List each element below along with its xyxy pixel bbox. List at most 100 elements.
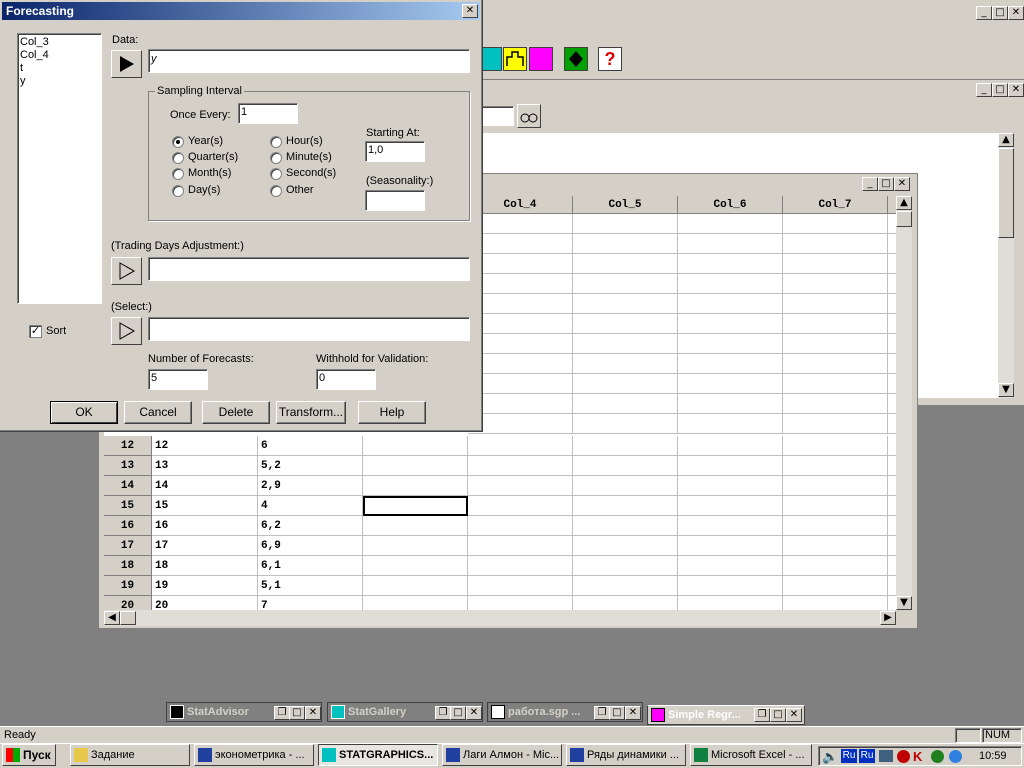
table-cell[interactable] [363, 536, 468, 556]
table-cell[interactable] [678, 274, 783, 294]
table-cell[interactable] [573, 214, 678, 234]
row-header[interactable]: 13 [104, 456, 152, 476]
table-cell[interactable] [468, 394, 573, 414]
table-cell[interactable] [888, 374, 896, 394]
trading-days-field[interactable] [148, 257, 470, 281]
withhold-input[interactable]: 0 [316, 369, 376, 390]
bg-maximize-button[interactable]: □ [992, 83, 1008, 97]
select-field[interactable] [148, 317, 470, 341]
table-cell[interactable] [573, 456, 678, 476]
table-cell[interactable]: 6,1 [258, 556, 363, 576]
sheet-minimize-button[interactable]: _ [862, 177, 878, 191]
row-header[interactable]: 15 [104, 496, 152, 516]
sheet-scroll-up[interactable]: ▲ [896, 196, 912, 210]
table-cell[interactable] [573, 556, 678, 576]
restore-icon[interactable]: ❐ [435, 706, 451, 720]
column-header[interactable]: Col_7 [783, 196, 888, 214]
forecasts-input[interactable]: 5 [148, 369, 208, 390]
table-cell[interactable] [573, 254, 678, 274]
table-cell[interactable] [783, 456, 888, 476]
sheet-scroll-down[interactable]: ▼ [896, 596, 912, 610]
table-cell[interactable] [468, 234, 573, 254]
variable-list-item[interactable]: Col_4 [20, 49, 101, 62]
maximize-icon[interactable]: □ [770, 708, 786, 722]
delete-button[interactable]: Delete [202, 401, 270, 424]
table-cell[interactable] [888, 394, 896, 414]
table-cell[interactable] [783, 354, 888, 374]
table-cell[interactable] [678, 516, 783, 536]
table-cell[interactable] [468, 274, 573, 294]
interval-radio[interactable] [172, 152, 184, 164]
tray-app-icon[interactable] [931, 750, 944, 763]
binoculars-icon[interactable] [517, 104, 541, 128]
table-cell[interactable] [783, 274, 888, 294]
table-cell[interactable] [678, 394, 783, 414]
table-cell[interactable] [573, 374, 678, 394]
close-icon[interactable]: ✕ [305, 706, 321, 720]
table-cell[interactable]: 6,9 [258, 536, 363, 556]
table-cell[interactable] [468, 516, 573, 536]
app-minimize-button[interactable]: _ [976, 6, 992, 20]
table-cell[interactable]: 15 [152, 496, 258, 516]
close-icon[interactable]: ✕ [786, 708, 802, 722]
tray-globe-icon[interactable] [949, 750, 962, 763]
table-cell[interactable] [573, 596, 678, 610]
row-header[interactable]: 20 [104, 596, 152, 610]
language-indicator[interactable]: Ru [841, 749, 857, 763]
once-every-input[interactable]: 1 [238, 103, 298, 124]
help-icon[interactable]: ? [598, 47, 622, 71]
table-cell[interactable] [888, 334, 896, 354]
table-cell[interactable] [678, 414, 783, 434]
table-cell[interactable] [363, 556, 468, 576]
table-cell[interactable] [678, 214, 783, 234]
table-cell[interactable] [678, 334, 783, 354]
sheet-hscrollbar[interactable] [104, 610, 896, 626]
table-cell[interactable] [573, 476, 678, 496]
starting-at-input[interactable]: 1,0 [365, 141, 425, 162]
table-cell[interactable] [468, 576, 573, 596]
table-cell[interactable] [573, 576, 678, 596]
sheet-vscroll-thumb[interactable] [896, 211, 912, 227]
table-cell[interactable]: 6,2 [258, 516, 363, 536]
ok-button[interactable]: OK [50, 401, 118, 424]
table-cell[interactable] [783, 436, 888, 456]
table-cell[interactable] [678, 436, 783, 456]
table-cell[interactable] [888, 536, 896, 556]
table-cell[interactable] [468, 556, 573, 576]
bg-input[interactable] [480, 106, 514, 126]
table-cell[interactable] [888, 596, 896, 610]
table-cell[interactable]: 19 [152, 576, 258, 596]
table-cell[interactable] [783, 476, 888, 496]
table-cell[interactable] [678, 456, 783, 476]
select-arrow-button[interactable] [111, 317, 142, 345]
table-cell[interactable]: 18 [152, 556, 258, 576]
table-cell[interactable] [468, 354, 573, 374]
sheet-close-button[interactable]: ✕ [894, 177, 910, 191]
cancel-button[interactable]: Cancel [124, 401, 192, 424]
table-cell[interactable]: 14 [152, 476, 258, 496]
table-cell[interactable] [888, 274, 896, 294]
table-cell[interactable] [468, 334, 573, 354]
table-cell[interactable] [468, 294, 573, 314]
chart-icon[interactable] [503, 47, 527, 71]
variable-list-item[interactable]: y [20, 75, 101, 88]
table-cell[interactable] [783, 314, 888, 334]
data-arrow-button[interactable] [111, 50, 142, 78]
table-cell[interactable] [678, 294, 783, 314]
sheet-hscroll-thumb[interactable] [120, 611, 136, 625]
sheet-scroll-left[interactable]: ◀ [104, 611, 120, 625]
table-icon[interactable] [529, 47, 553, 71]
variable-list[interactable]: Col_3 Col_4 t y [17, 33, 102, 304]
table-cell[interactable] [678, 536, 783, 556]
table-cell[interactable] [678, 576, 783, 596]
table-cell[interactable] [888, 476, 896, 496]
table-cell[interactable] [888, 214, 896, 234]
table-cell[interactable]: 5,1 [258, 576, 363, 596]
table-cell[interactable] [783, 576, 888, 596]
table-cell[interactable] [573, 234, 678, 254]
table-cell[interactable] [888, 436, 896, 456]
interval-radio[interactable] [172, 136, 184, 148]
app-maximize-button[interactable]: □ [992, 6, 1008, 20]
table-cell[interactable] [573, 294, 678, 314]
taskbar-item[interactable]: Microsoft Excel - ... [690, 744, 812, 766]
